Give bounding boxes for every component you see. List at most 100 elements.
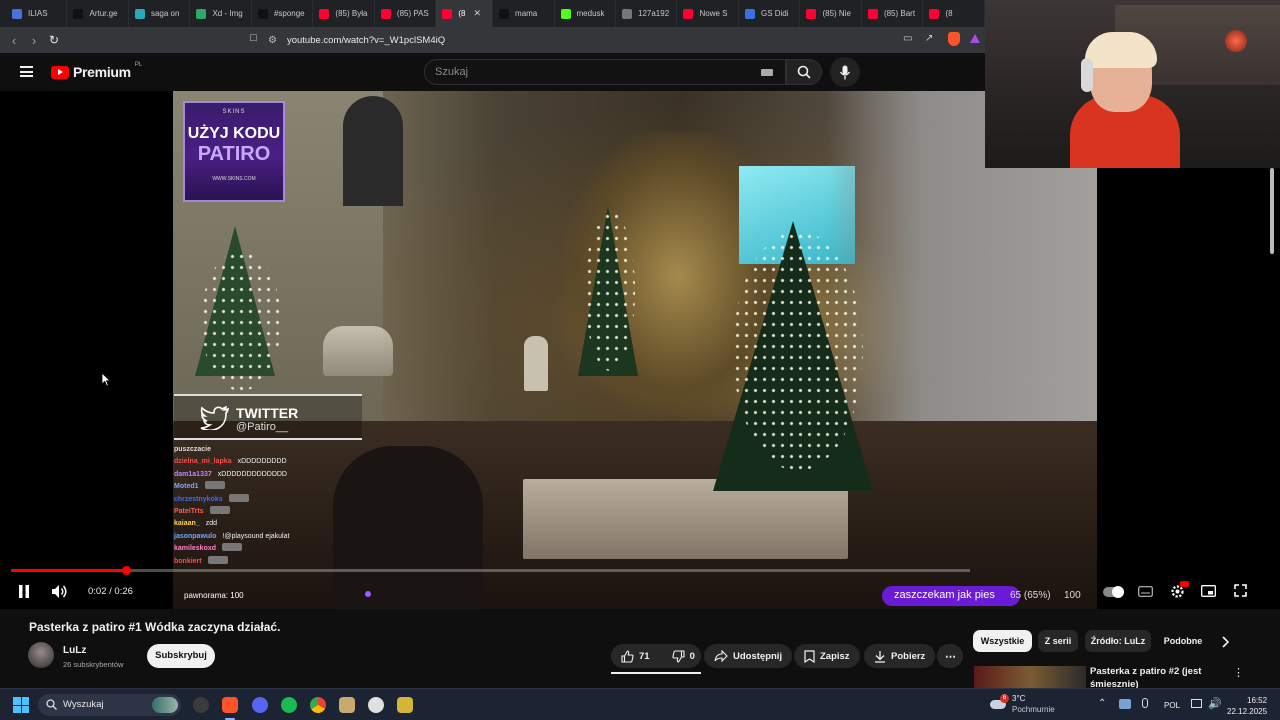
chat-emote-icon [204, 481, 225, 490]
browser-tab[interactable]: GS Didi [739, 0, 801, 27]
browser-tab[interactable]: ILIAS [6, 0, 68, 27]
keyboard-icon[interactable] [761, 69, 773, 76]
browser-tab[interactable]: (85) Bart [862, 0, 924, 27]
miniplayer-icon[interactable] [1201, 585, 1216, 597]
search-input[interactable]: Szukaj [424, 59, 786, 85]
chat-message: dzielna_mi_lapka xDDDDDDDDD [174, 456, 364, 468]
share-icon[interactable]: ↗ [925, 33, 933, 44]
windows-start-icon[interactable] [13, 697, 29, 713]
site-info-icon[interactable]: ⚙ [268, 35, 277, 46]
tab-label: (85) Bart [883, 9, 916, 18]
clock-date: 22.12.2025 [1227, 707, 1268, 716]
save-button[interactable]: Zapisz [794, 644, 860, 668]
fullscreen-icon[interactable] [1234, 584, 1247, 597]
more-actions-button[interactable]: ⋯ [937, 644, 963, 668]
browser-tab[interactable]: (85) Nie [800, 0, 862, 27]
network-icon[interactable] [1191, 699, 1202, 708]
tab-favicon-icon [622, 8, 632, 19]
browser-tab[interactable]: Artur.ge [67, 0, 129, 27]
brave-browser-icon[interactable] [222, 697, 238, 713]
channel-avatar[interactable] [28, 642, 54, 668]
back-icon[interactable]: ‹ [4, 33, 24, 48]
browser-tab[interactable]: medusk [555, 0, 616, 27]
tab-favicon-icon [134, 8, 145, 19]
browser-tab[interactable]: #sponge [252, 0, 314, 27]
chip-source-channel[interactable]: Źródło: LuLz [1085, 630, 1151, 652]
channel-avatar-image [28, 642, 54, 668]
priest-figure [524, 336, 548, 391]
like-button[interactable]: 71 [621, 649, 650, 663]
alert-text: zaszczekam jak pies [894, 589, 995, 601]
search-button[interactable] [786, 59, 822, 85]
chip-similar[interactable]: Podobne [1158, 630, 1208, 652]
download-button[interactable]: Pobierz [864, 644, 936, 668]
subscriber-count: 26 subskrybentów [63, 660, 124, 669]
brave-shield-icon[interactable] [948, 32, 960, 46]
browser-tab[interactable]: 127a192 [616, 0, 678, 27]
forward-icon[interactable]: › [24, 33, 44, 48]
page-scrollbar[interactable] [1270, 168, 1274, 254]
channel-name[interactable]: LuLz [63, 645, 86, 656]
browser-tab[interactable]: Nowe S [677, 0, 739, 27]
alert-progress: 65 (65%) [1010, 590, 1051, 601]
chips-next-icon[interactable] [1220, 636, 1230, 648]
discord-icon[interactable] [252, 697, 268, 713]
chat-message: Moted1 [174, 481, 364, 493]
cast-icon[interactable]: ▭ [903, 33, 912, 44]
chat-username: chrzestnykoks [174, 495, 223, 503]
dislike-count: 0 [689, 650, 695, 662]
league-client-icon[interactable] [339, 697, 355, 713]
video-frame[interactable]: SKINS UŻYJ KODU PATIRO WWW.SKINS.COM TWI… [173, 91, 1097, 609]
browser-tab[interactable]: (8 [923, 0, 985, 27]
browser-tab[interactable]: (8 ✕ [436, 0, 494, 27]
subtitles-icon[interactable] [1138, 586, 1153, 597]
bookmark-icon[interactable]: □ [250, 32, 257, 44]
browser-tab[interactable]: mama [493, 0, 555, 27]
taskbar-search[interactable]: Wyszukaj [38, 694, 181, 716]
subscribe-button[interactable]: Subskrybuj [147, 644, 215, 668]
input-language[interactable]: POL [1164, 701, 1180, 710]
voice-search-button[interactable] [830, 57, 860, 87]
related-more-icon[interactable]: ⋮ [1233, 666, 1244, 679]
related-video-thumbnail[interactable] [974, 666, 1086, 688]
browser-tab[interactable]: (85) PAS [375, 0, 437, 27]
speaker-icon[interactable]: 🔊 [1208, 697, 1222, 710]
hamburger-menu-icon[interactable] [20, 66, 33, 77]
dislike-button[interactable]: 0 [671, 649, 695, 663]
search-highlight-icon [152, 697, 178, 713]
progress-bar[interactable] [11, 566, 970, 575]
tab-favicon-icon [744, 8, 755, 19]
address-bar[interactable]: ⚙ youtube.com/watch?v=_W1pclSM4iQ [268, 30, 983, 50]
chip-from-series[interactable]: Z serii [1038, 630, 1078, 652]
tab-label: Xd - Img [212, 9, 243, 18]
reload-icon[interactable]: ↻ [44, 33, 64, 47]
pause-icon[interactable] [18, 585, 30, 598]
tray-chevron-icon[interactable]: ⌃ [1098, 698, 1106, 709]
chrome-icon[interactable] [310, 697, 326, 713]
volume-icon[interactable] [51, 584, 68, 599]
browser-tab[interactable]: Xd - Img [190, 0, 252, 27]
video-player[interactable]: SKINS UŻYJ KODU PATIRO WWW.SKINS.COM TWI… [0, 91, 1280, 609]
browser-tab[interactable]: (85) Była [313, 0, 375, 27]
share-button[interactable]: Udostępnij [704, 644, 793, 668]
autoplay-toggle[interactable] [1103, 586, 1124, 598]
mouse-cursor-icon [101, 372, 111, 387]
tab-close-icon[interactable]: ✕ [474, 8, 482, 19]
download-icon [875, 650, 885, 663]
tab-label: GS Didi [760, 9, 789, 18]
time-display: 0:02 / 0:26 [88, 586, 133, 597]
taskbar-app-icon[interactable] [193, 697, 209, 713]
tray-app-icon[interactable] [1119, 699, 1131, 709]
webcam-overlay [985, 0, 1280, 168]
tree-lights-center [585, 211, 635, 371]
game-launcher-icon[interactable] [397, 697, 413, 713]
progress-scrubber[interactable] [122, 566, 131, 575]
spotify-icon[interactable] [281, 697, 297, 713]
tray-mic-icon[interactable] [1142, 698, 1148, 708]
browser-tab[interactable]: saga on [129, 0, 191, 27]
ghost-app-icon[interactable] [368, 697, 384, 713]
rewards-icon[interactable] [970, 34, 980, 43]
taskbar-clock[interactable]: 16:52 22.12.2025 [1227, 695, 1267, 717]
chip-all[interactable]: Wszystkie [973, 630, 1032, 652]
youtube-premium-logo[interactable]: Premium PL [51, 62, 142, 80]
